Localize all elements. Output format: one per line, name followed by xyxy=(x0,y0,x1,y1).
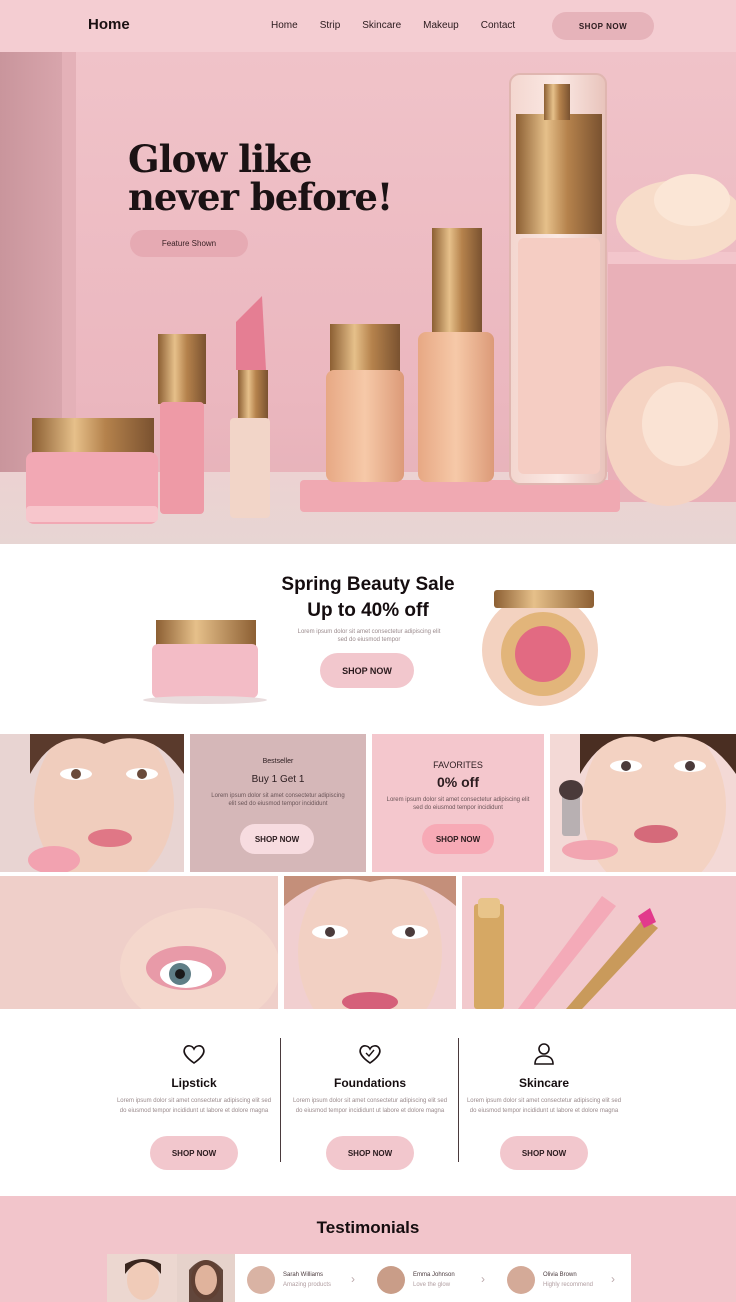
gallery-face-photo xyxy=(284,876,456,1009)
nav-link-skincare[interactable]: Skincare xyxy=(362,20,401,31)
promo-description: Lorem ipsum dolor sit amet consectetur a… xyxy=(297,629,441,643)
bogo-kicker: Bestseller xyxy=(262,758,294,765)
hero-cta-button[interactable]: Feature Shown xyxy=(130,230,248,257)
hero-banner: Glow like never before! Feature Shown xyxy=(0,52,736,544)
favorites-shop-now-button[interactable]: SHOP NOW xyxy=(422,824,494,854)
promo-shop-now-button[interactable]: SHOP NOW xyxy=(320,653,414,688)
favorites-offer-tile: FAVORITES 0% off Lorem ipsum dolor sit a… xyxy=(372,734,544,872)
testimonials-carousel: Sarah Williams Amazing products › Emma J… xyxy=(107,1254,631,1302)
category-foundations: Foundations Lorem ipsum dolor sit amet c… xyxy=(282,1010,458,1196)
testimonials-title: Testimonials xyxy=(316,1218,420,1237)
category-lipstick-shop-button[interactable]: SHOP NOW xyxy=(150,1136,238,1170)
heart-check-icon xyxy=(359,1045,381,1064)
categories-section: Lipstick Lorem ipsum dolor sit amet cons… xyxy=(0,1010,736,1196)
testimonial-name-3: Olivia Brown xyxy=(543,1272,577,1278)
testimonial-quote-1: Amazing products xyxy=(283,1282,332,1288)
gallery-lipstick-photo xyxy=(462,876,736,1009)
nav-links: Home Strip Skincare Makeup Contact xyxy=(271,20,515,31)
category-skincare-shop-button[interactable]: SHOP NOW xyxy=(500,1136,588,1170)
bogo-description: Lorem ipsum dolor sit amet consectetur a… xyxy=(211,793,345,807)
chevron-right-icon[interactable]: › xyxy=(351,1272,355,1286)
nav-shop-now-button[interactable]: SHOP NOW xyxy=(552,12,654,40)
lipsticks-image xyxy=(474,896,658,1009)
bogo-shop-now-button[interactable]: SHOP NOW xyxy=(240,824,314,854)
category-lipstick-description: Lorem ipsum dolor sit amet consectetur a… xyxy=(116,1098,272,1114)
testimonial-avatar-1 xyxy=(247,1266,275,1294)
testimonial-quote-2: Love the glow xyxy=(413,1282,451,1288)
category-foundations-title: Foundations xyxy=(334,1076,406,1090)
category-skincare-description: Lorem ipsum dolor sit amet consectetur a… xyxy=(466,1098,622,1114)
bogo-offer-tile: Bestseller Buy 1 Get 1 Lorem ipsum dolor… xyxy=(190,734,366,872)
model-photo-tile-left xyxy=(0,734,184,872)
site-logo[interactable]: Home xyxy=(88,16,130,33)
model-face-image xyxy=(28,734,184,872)
nav-link-makeup[interactable]: Makeup xyxy=(423,20,459,31)
favorites-title: 0% off xyxy=(437,774,479,790)
eye-closeup-image xyxy=(0,876,278,1009)
chevron-right-icon[interactable]: › xyxy=(481,1272,485,1286)
category-foundations-description: Lorem ipsum dolor sit amet consectetur a… xyxy=(292,1098,448,1114)
nav-link-home[interactable]: Home xyxy=(271,20,298,31)
promo-subtitle: Up to 40% off xyxy=(307,600,429,621)
favorites-kicker: FAVORITES xyxy=(433,760,483,770)
nav-link-contact[interactable]: Contact xyxy=(481,20,515,31)
face-makeup-image xyxy=(284,876,456,1009)
user-icon xyxy=(534,1043,554,1065)
category-lipstick-title: Lipstick xyxy=(171,1076,217,1090)
category-foundations-shop-button[interactable]: SHOP NOW xyxy=(326,1136,414,1170)
hero-products-image xyxy=(26,73,736,524)
top-navbar: Home Home Strip Skincare Makeup Contact … xyxy=(0,0,736,52)
category-skincare-title: Skincare xyxy=(518,1076,570,1090)
category-divider-1 xyxy=(280,1038,281,1162)
gallery-photos-row xyxy=(0,876,736,1009)
testimonial-name-1: Sarah Williams xyxy=(283,1272,324,1278)
testimonial-photos-image xyxy=(107,1254,235,1302)
feature-tiles-row: Bestseller Buy 1 Get 1 Lorem ipsum dolor… xyxy=(0,734,736,872)
heart-icon xyxy=(183,1045,205,1064)
nav-link-shop[interactable]: Strip xyxy=(320,20,341,31)
bogo-title: Buy 1 Get 1 xyxy=(251,774,305,785)
testimonials-section: Testimonials Sarah Williams Amazing prod… xyxy=(0,1196,736,1302)
testimonial-quote-3: Highly recommend xyxy=(543,1282,594,1288)
gallery-eye-photo xyxy=(0,876,278,1009)
testimonial-name-2: Emma Johnson xyxy=(413,1272,455,1278)
sale-promo-section: Spring Beauty Sale Up to 40% off Lorem i… xyxy=(0,544,736,734)
category-lipstick: Lipstick Lorem ipsum dolor sit amet cons… xyxy=(106,1010,282,1196)
favorites-description: Lorem ipsum dolor sit amet consectetur a… xyxy=(386,797,530,811)
chevron-right-icon[interactable]: › xyxy=(611,1272,615,1286)
model-face-brush-image xyxy=(559,734,736,872)
category-skincare: Skincare Lorem ipsum dolor sit amet cons… xyxy=(456,1010,632,1196)
hero-headline: Glow like never before! xyxy=(128,140,393,219)
hero-headline-line-2: never before! xyxy=(128,175,393,219)
testimonial-avatar-2 xyxy=(377,1266,405,1294)
promo-title: Spring Beauty Sale xyxy=(281,574,455,595)
testimonial-avatar-3 xyxy=(507,1266,535,1294)
model-photo-tile-right xyxy=(550,734,736,872)
